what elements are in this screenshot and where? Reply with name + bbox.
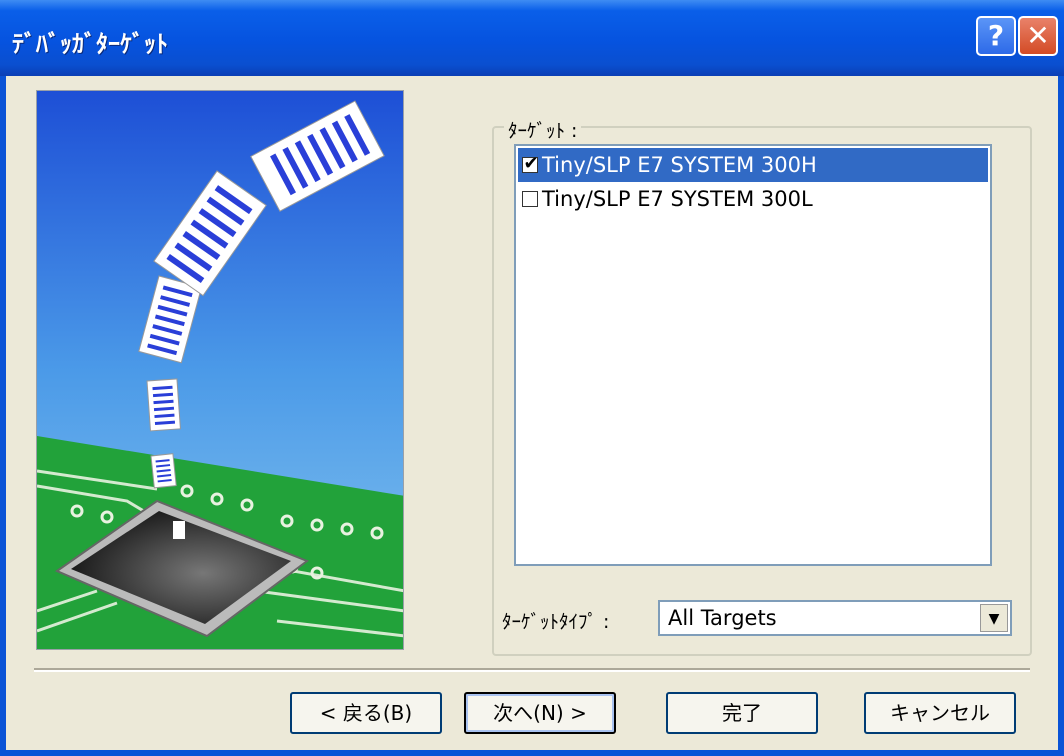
target-type-select[interactable]: All Targets ▼ [658, 600, 1012, 636]
dialog-window: ﾃﾞﾊﾞｯｶﾞﾀｰｹﾞｯﾄ ? ✕ ﾀｰｹﾞｯﾄ: ✔ Tiny/SLP E7… [0, 0, 1064, 756]
help-button[interactable]: ? [976, 16, 1016, 56]
chevron-down-icon: ▼ [988, 611, 1000, 627]
divider-highlight [34, 670, 1030, 672]
target-type-label: ﾀｰｹﾞｯﾄﾀｲﾌﾟ : [502, 611, 610, 633]
target-list-item[interactable]: ✔ Tiny/SLP E7 SYSTEM 300H [518, 148, 988, 182]
back-button[interactable]: < 戻る(B) [290, 692, 442, 734]
target-list-item[interactable]: Tiny/SLP E7 SYSTEM 300L [518, 182, 988, 216]
target-checkbox[interactable]: ✔ [522, 153, 539, 174]
target-checkbox[interactable] [522, 191, 538, 207]
target-item-label: Tiny/SLP E7 SYSTEM 300H [542, 153, 817, 177]
title-bar[interactable]: ﾃﾞﾊﾞｯｶﾞﾀｰｹﾞｯﾄ ? ✕ [0, 0, 1064, 76]
help-icon: ? [987, 19, 1005, 52]
chip-illustration [37, 91, 403, 649]
target-group-label: ﾀｰｹﾞｯﾄ : [504, 116, 582, 143]
dialog-client: ﾀｰｹﾞｯﾄ : ✔ Tiny/SLP E7 SYSTEM 300H Tiny/… [6, 76, 1058, 750]
finish-button[interactable]: 完了 [666, 692, 818, 734]
checkmark-icon: ✔ [523, 153, 539, 174]
close-icon: ✕ [1026, 19, 1050, 52]
target-listbox[interactable]: ✔ Tiny/SLP E7 SYSTEM 300H Tiny/SLP E7 SY… [514, 144, 992, 566]
close-button[interactable]: ✕ [1018, 16, 1058, 56]
window-title: ﾃﾞﾊﾞｯｶﾞﾀｰｹﾞｯﾄ [12, 30, 168, 58]
target-item-label: Tiny/SLP E7 SYSTEM 300L [542, 187, 813, 211]
cancel-button[interactable]: キャンセル [864, 692, 1016, 734]
dropdown-button[interactable]: ▼ [980, 604, 1008, 632]
wizard-illustration [36, 90, 404, 650]
next-button[interactable]: 次へ(N) > [464, 692, 616, 734]
target-type-value: All Targets [668, 606, 777, 630]
